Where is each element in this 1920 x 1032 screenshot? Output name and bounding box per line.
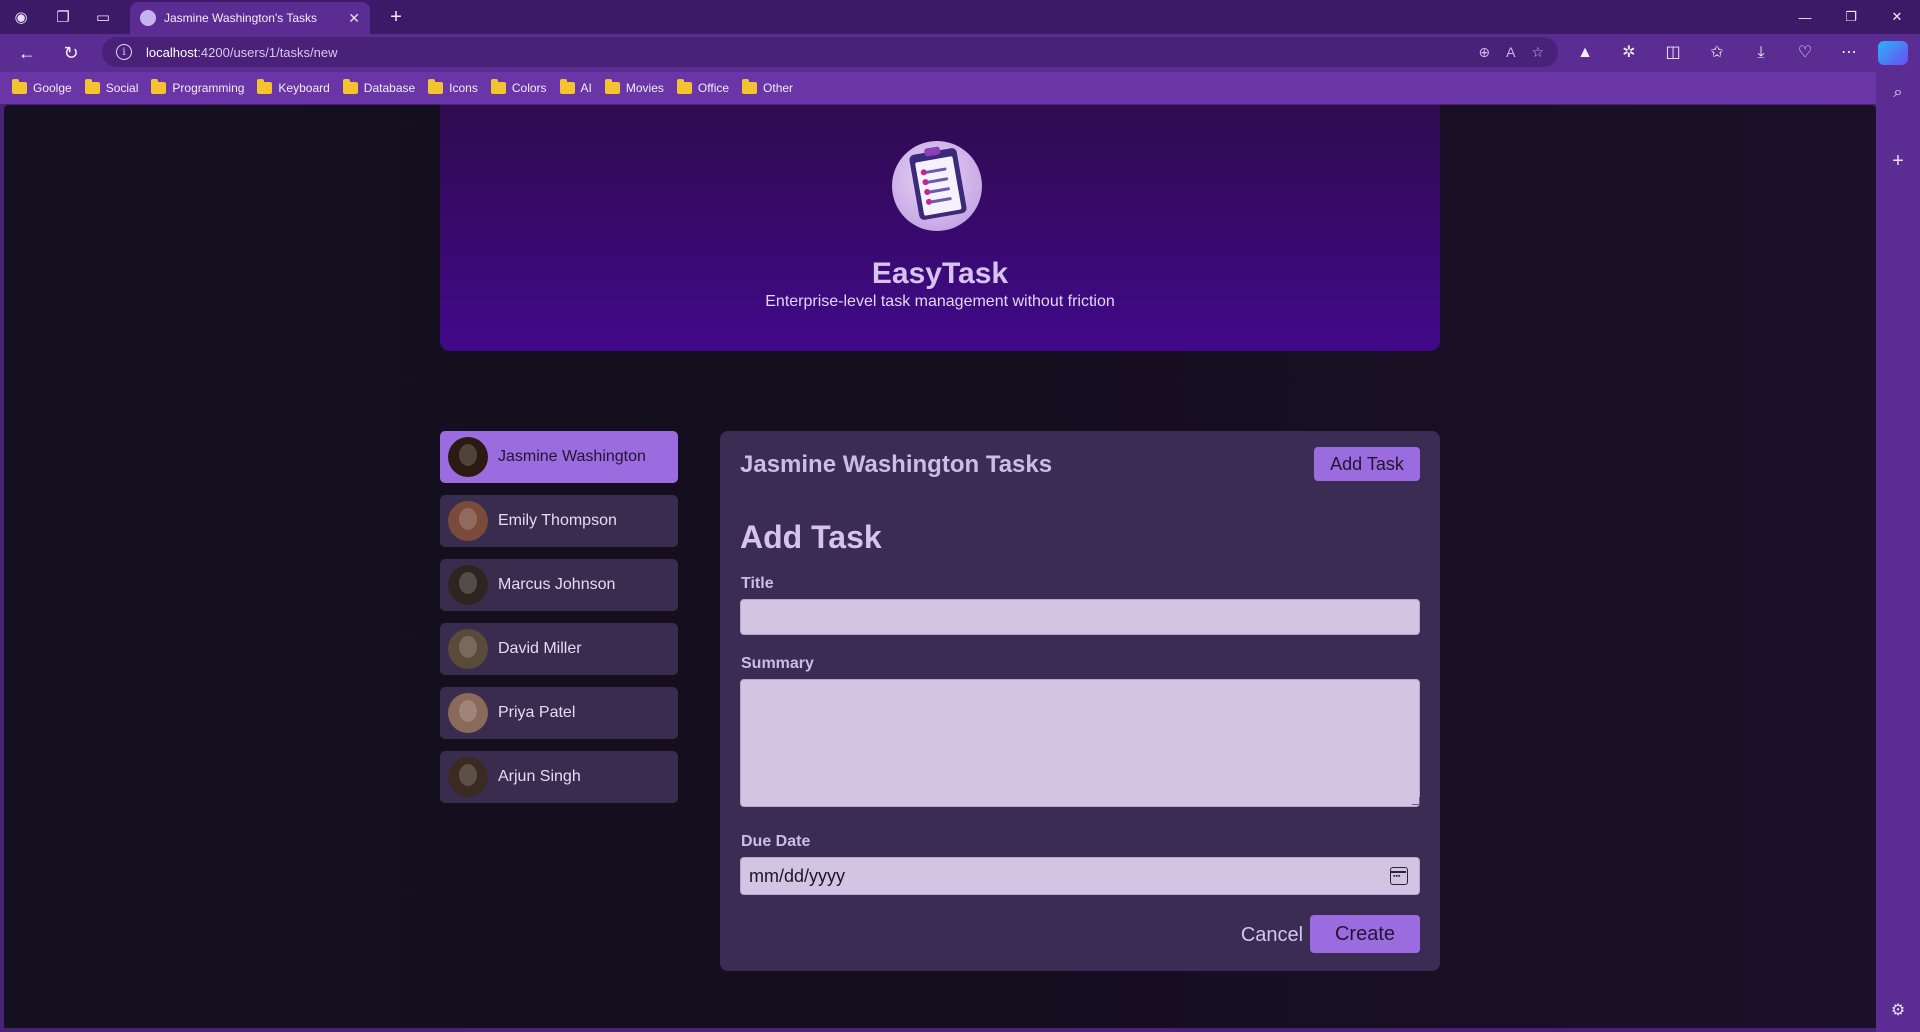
avatar — [448, 629, 488, 669]
bookmark-folder[interactable]: Colors — [490, 79, 547, 95]
avatar — [448, 757, 488, 797]
minimize-icon[interactable]: — — [1782, 0, 1828, 34]
cancel-button[interactable]: Cancel — [1232, 917, 1312, 953]
downloads-icon[interactable]: ⤓ — [1746, 38, 1776, 68]
copilot-icon[interactable] — [1878, 41, 1908, 65]
summary-label: Summary — [741, 655, 814, 672]
user-item-arjun-singh[interactable]: Arjun Singh — [440, 751, 678, 803]
summary-textarea[interactable] — [740, 679, 1420, 807]
avatar — [448, 501, 488, 541]
avatar — [448, 565, 488, 605]
user-item-marcus-johnson[interactable]: Marcus Johnson — [440, 559, 678, 611]
user-item-priya-patel[interactable]: Priya Patel — [440, 687, 678, 739]
due-date-input[interactable]: mm/dd/yyyy — [740, 857, 1420, 895]
bookmark-folder[interactable]: Icons — [428, 79, 478, 95]
bookmark-folder[interactable]: Movies — [604, 79, 664, 95]
sidebar-search-icon[interactable]: ⌕ — [1876, 84, 1920, 102]
zoom-icon[interactable]: ⊕ — [1478, 44, 1490, 61]
create-button[interactable]: Create — [1310, 915, 1420, 953]
avatar — [448, 693, 488, 733]
browser-sidebar: ⌕ + ⚙ — [1876, 72, 1920, 1032]
folder-icon — [559, 79, 575, 94]
close-window-icon[interactable]: ✕ — [1874, 0, 1920, 34]
extensions-puzzle-icon[interactable]: ✲ — [1614, 38, 1644, 68]
textarea-resize-handle[interactable] — [1412, 797, 1420, 805]
user-item-jasmine-washington[interactable]: Jasmine Washington — [440, 431, 678, 483]
bookmark-folder[interactable]: Database — [342, 79, 415, 95]
add-task-button[interactable]: Add Task — [1314, 447, 1420, 481]
restore-icon[interactable]: ❐ — [1828, 0, 1874, 34]
tasks-panel-title: Jasmine Washington Tasks — [740, 451, 1053, 478]
folder-icon — [342, 79, 358, 94]
due-date-label: Due Date — [741, 833, 811, 850]
folder-icon — [676, 79, 692, 94]
bookmark-folder[interactable]: AI — [559, 79, 592, 95]
folder-icon — [84, 79, 100, 94]
tab-close-icon[interactable]: ✕ — [348, 10, 360, 27]
user-name: Marcus Johnson — [498, 576, 616, 593]
user-name: David Miller — [498, 640, 582, 657]
tab-actions-icon[interactable]: ▭ — [86, 0, 120, 34]
browser-toolbar: ← ↻ i localhost:4200/users/1/tasks/new ⊕… — [0, 34, 1920, 72]
more-menu-icon[interactable]: ⋯ — [1834, 38, 1864, 68]
browser-essentials-icon[interactable]: ♡ — [1790, 38, 1820, 68]
bookmark-folder[interactable]: Keyboard — [257, 79, 330, 95]
folder-icon — [490, 79, 506, 94]
bookmark-folder[interactable]: Other — [742, 79, 793, 95]
folder-icon — [257, 79, 273, 94]
due-date-placeholder: mm/dd/yyyy — [749, 865, 846, 886]
active-browser-tab[interactable]: Jasmine Washington's Tasks ✕ — [130, 2, 370, 34]
url-path: :4200/users/1/tasks/new — [197, 44, 338, 60]
profile-avatar-icon[interactable]: ◉ — [4, 0, 38, 34]
bookmark-folder[interactable]: Programming — [151, 79, 244, 95]
refresh-icon[interactable]: ↻ — [56, 38, 86, 68]
calendar-icon[interactable] — [1390, 867, 1408, 885]
add-task-form-heading: Add Task — [740, 519, 882, 555]
bookmarks-bar: Goolge Social Programming Keyboard Datab… — [0, 72, 1920, 104]
sidebar-settings-icon[interactable]: ⚙ — [1876, 1000, 1920, 1020]
new-tab-button[interactable]: + — [380, 0, 412, 34]
user-name: Arjun Singh — [498, 768, 581, 785]
sidebar-add-icon[interactable]: + — [1876, 150, 1920, 173]
url-host: localhost — [146, 44, 198, 60]
split-screen-icon[interactable]: ◫ — [1658, 38, 1688, 68]
app-header: EasyTask Enterprise-level task managemen… — [440, 105, 1440, 351]
user-name: Emily Thompson — [498, 512, 617, 529]
site-info-icon[interactable]: i — [116, 44, 132, 60]
tasks-panel: Jasmine Washington Tasks Add Task Add Ta… — [720, 431, 1440, 971]
favorites-icon[interactable]: ✩ — [1702, 38, 1732, 68]
folder-icon — [742, 79, 758, 94]
user-name: Jasmine Washington — [498, 448, 646, 465]
app-tagline: Enterprise-level task management without… — [765, 293, 1115, 310]
page-viewport: EasyTask Enterprise-level task managemen… — [4, 105, 1876, 1028]
tab-title: Jasmine Washington's Tasks — [164, 11, 318, 25]
user-item-david-miller[interactable]: David Miller — [440, 623, 678, 675]
workspaces-icon[interactable]: ❐ — [46, 0, 80, 34]
clipboard-logo-icon — [892, 141, 982, 231]
user-item-emily-thompson[interactable]: Emily Thompson — [440, 495, 678, 547]
bookmark-folder[interactable]: Goolge — [12, 79, 72, 95]
folder-icon — [428, 79, 444, 94]
extension-triangle-icon[interactable]: ▲ — [1570, 38, 1600, 68]
window-controls: — ❐ ✕ — [1782, 0, 1920, 34]
folder-icon — [12, 79, 27, 94]
app-title: EasyTask — [871, 257, 1009, 290]
read-aloud-icon[interactable]: A — [1506, 44, 1515, 60]
tab-favicon-icon — [140, 10, 156, 26]
title-label: Title — [741, 575, 774, 592]
bookmark-folder[interactable]: Office — [676, 79, 729, 95]
address-bar-actions: ⊕ A ☆ — [1478, 37, 1544, 67]
favorite-star-icon[interactable]: ☆ — [1531, 44, 1544, 61]
browser-tab-bar: ◉ ❐ ▭ Jasmine Washington's Tasks ✕ + — ❐… — [0, 0, 1920, 34]
back-arrow-icon[interactable]: ← — [12, 38, 42, 68]
title-input[interactable] — [740, 599, 1420, 635]
browser-tools: ▲ ✲ ◫ ✩ ⤓ ♡ ⋯ — [1570, 38, 1920, 68]
user-name: Priya Patel — [498, 704, 576, 721]
folder-icon — [151, 79, 167, 94]
address-bar[interactable]: i localhost:4200/users/1/tasks/new ⊕ A ☆ — [102, 37, 1558, 67]
avatar — [448, 437, 488, 477]
folder-icon — [604, 79, 620, 94]
bookmark-folder[interactable]: Social — [84, 79, 138, 95]
user-list: Jasmine Washington Emily Thompson Marcus… — [440, 431, 678, 815]
